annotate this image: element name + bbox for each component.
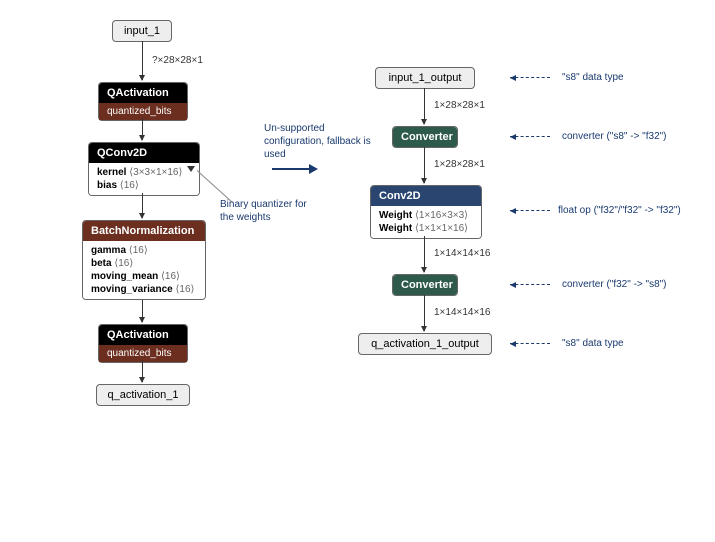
w1-label: Weight	[379, 210, 412, 221]
mv-label: moving_variance	[91, 284, 173, 295]
edge-label: ?×28×28×1	[152, 55, 203, 66]
expand-icon[interactable]	[187, 166, 195, 172]
node-input-1-output: input_1_output	[375, 67, 475, 89]
arrow	[424, 88, 425, 124]
node-qactivation-1: QActivation quantized_bits	[98, 82, 188, 121]
title: Conv2D	[371, 186, 481, 206]
edge-label: 1×28×28×1	[434, 100, 485, 111]
label: input_1	[124, 25, 160, 37]
dash-arrow-icon	[510, 343, 550, 344]
kernel-shape: ⟨3×3×1×16⟩	[129, 167, 182, 178]
mm-shape: ⟨16⟩	[161, 271, 180, 282]
title: Converter	[393, 127, 457, 147]
node-input-1: input_1	[112, 20, 172, 42]
node-conv2d: Conv2D Weight ⟨1×16×3×3⟩ Weight ⟨1×1×1×1…	[370, 185, 482, 239]
arrow	[142, 300, 143, 322]
annotation-unsupported: Un-supported configuration, fallback is …	[264, 122, 384, 161]
title: QConv2D	[89, 143, 199, 163]
title: QActivation	[99, 325, 187, 345]
node-converter-1: Converter	[392, 126, 458, 148]
annotation-s8-1: "s8" data type	[562, 72, 624, 83]
beta-label: beta	[91, 258, 112, 269]
node-qactivation-2: QActivation quantized_bits	[98, 324, 188, 363]
arrow	[142, 118, 143, 140]
annotation-float-op: float op ("f32"/"f32" -> "f32")	[558, 205, 681, 216]
bias-shape: ⟨16⟩	[120, 180, 139, 191]
node-batchnorm: BatchNormalization gamma ⟨16⟩ beta ⟨16⟩ …	[82, 220, 206, 300]
gamma-shape: ⟨16⟩	[129, 245, 148, 256]
title: QActivation	[99, 83, 187, 103]
node-qactivation-1-output: q_activation_1_output	[358, 333, 492, 355]
dash-arrow-icon	[510, 210, 550, 211]
arrow	[142, 193, 143, 218]
gamma-label: gamma	[91, 245, 126, 256]
node-qconv2d: QConv2D kernel ⟨3×3×1×16⟩ bias ⟨16⟩	[88, 142, 200, 196]
node-converter-2: Converter	[392, 274, 458, 296]
edge-label: 1×14×14×16	[434, 248, 490, 259]
annotation-conv-f32-s8: converter ("f32" -> "s8")	[562, 279, 667, 290]
dash-arrow-icon	[510, 284, 550, 285]
node-qactivation-output: q_activation_1	[96, 384, 190, 406]
w2-shape: ⟨1×1×1×16⟩	[415, 223, 468, 234]
arrow	[142, 360, 143, 382]
annotation-conv-s8-f32: converter ("s8" -> "f32")	[562, 131, 667, 142]
beta-shape: ⟨16⟩	[114, 258, 133, 269]
annotation-s8-2: "s8" data type	[562, 338, 624, 349]
w1-shape: ⟨1×16×3×3⟩	[415, 210, 468, 221]
label: q_activation_1_output	[371, 338, 479, 350]
annotation-binary: Binary quantizer for the weights	[220, 198, 320, 224]
arrow	[424, 295, 425, 331]
label: input_1_output	[389, 72, 462, 84]
subtitle: quantized_bits	[99, 103, 187, 120]
w2-label: Weight	[379, 223, 412, 234]
arrow	[424, 147, 425, 183]
bias-label: bias	[97, 180, 117, 191]
title: BatchNormalization	[83, 221, 205, 241]
kernel-label: kernel	[97, 167, 126, 178]
label: q_activation_1	[108, 389, 179, 401]
subtitle: quantized_bits	[99, 345, 187, 362]
edge-label: 1×28×28×1	[434, 159, 485, 170]
dash-arrow-icon	[510, 77, 550, 78]
dash-arrow-icon	[510, 136, 550, 137]
edge-label: 1×14×14×16	[434, 307, 490, 318]
mm-label: moving_mean	[91, 271, 158, 282]
arrow	[142, 41, 143, 80]
title: Converter	[393, 275, 457, 295]
fallback-arrow-icon	[272, 168, 316, 170]
arrow	[424, 236, 425, 272]
mv-shape: ⟨16⟩	[176, 284, 195, 295]
